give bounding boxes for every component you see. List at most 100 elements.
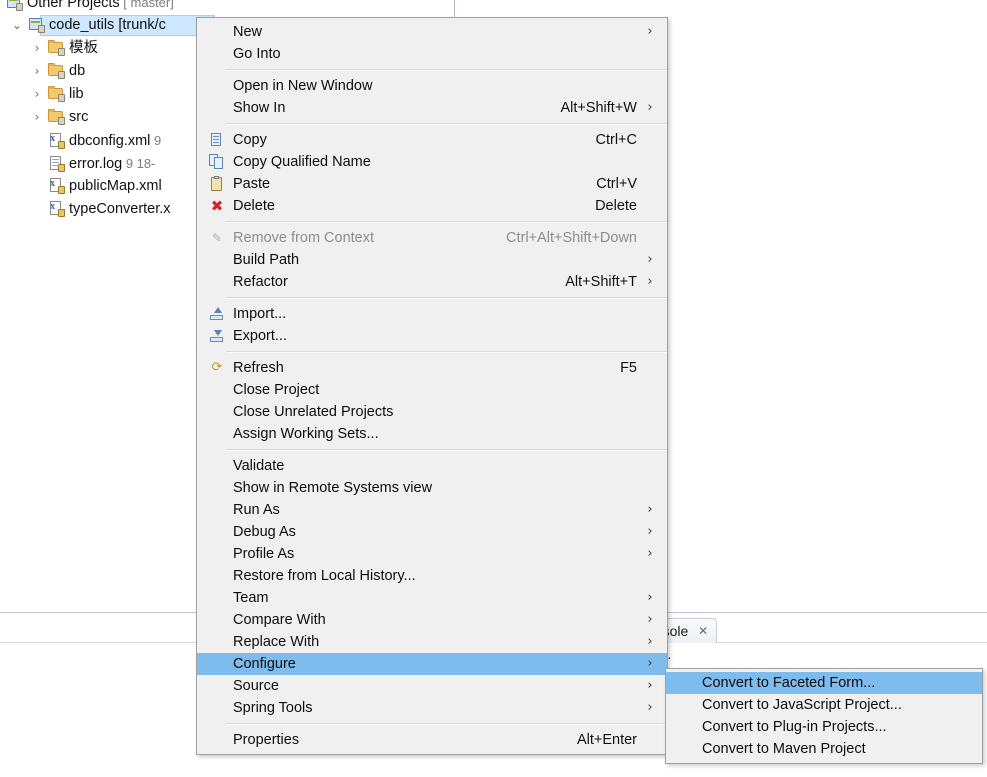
menu-item-properties[interactable]: Properties Alt+Enter › <box>197 729 667 751</box>
menu-icon-gutter <box>666 716 702 738</box>
chevron-right-icon[interactable]: › <box>30 60 44 83</box>
menu-item-import[interactable]: Import... › <box>197 303 667 325</box>
menu-item-refactor[interactable]: Refactor Alt+Shift+T › <box>197 271 667 293</box>
tree-item-other-projects[interactable]: Other Projects [ master] <box>0 0 454 14</box>
menu-item-go-into[interactable]: Go Into › <box>197 43 667 65</box>
submenu-chevron-icon: › <box>647 656 653 671</box>
chevron-right-icon[interactable]: › <box>30 106 44 129</box>
menu-item-replace-with[interactable]: Replace With › <box>197 631 667 653</box>
menu-icon-gutter <box>197 587 233 609</box>
menu-item-shortcut: Delete <box>595 198 637 214</box>
menu-item-open-in-new-window[interactable]: Open in New Window › <box>197 75 667 97</box>
menu-icon-gutter <box>197 303 233 325</box>
folder-icon <box>48 108 65 125</box>
xml-file-icon <box>48 177 65 194</box>
submenu-chevron-placeholder: › <box>643 173 657 195</box>
menu-item-copy-qualified-name[interactable]: Copy Qualified Name › <box>197 151 667 173</box>
submenu-chevron-placeholder: › <box>643 303 657 325</box>
menu-item-team[interactable]: Team › <box>197 587 667 609</box>
submenu-chevron-placeholder: › <box>643 227 657 249</box>
submenu-chevron-placeholder: › <box>643 75 657 97</box>
menu-item-restore-from-local-history[interactable]: Restore from Local History... › <box>197 565 667 587</box>
menu-item-label: Run As <box>233 502 280 518</box>
configure-submenu[interactable]: Convert to Faceted Form...›Convert to Ja… <box>665 668 983 764</box>
tree-item-content: src <box>48 109 88 125</box>
icon-decorator <box>16 3 23 11</box>
menu-item-label: Delete <box>233 198 275 214</box>
submenu-chevron-icon: › <box>647 678 653 693</box>
menu-icon-gutter <box>666 672 702 694</box>
menu-item-paste[interactable]: Paste Ctrl+V › <box>197 173 667 195</box>
menu-icon-gutter <box>197 729 233 751</box>
submenu-item-convert-to-faceted-form[interactable]: Convert to Faceted Form... › <box>666 672 982 694</box>
menu-item-configure[interactable]: Configure › <box>197 653 667 675</box>
icon-decorator <box>58 71 65 79</box>
tree-item-meta: [ master] <box>119 0 174 10</box>
menu-item-build-path[interactable]: Build Path › <box>197 249 667 271</box>
tree-item-meta: 9 <box>150 133 162 148</box>
submenu-chevron-placeholder: › <box>643 151 657 173</box>
menu-item-close-unrelated-projects[interactable]: Close Unrelated Projects › <box>197 401 667 423</box>
menu-item-profile-as[interactable]: Profile As › <box>197 543 667 565</box>
menu-item-label: Refactor <box>233 274 288 290</box>
menu-item-label: Close Project <box>233 382 320 398</box>
menu-item-label: Convert to Maven Project <box>702 741 866 757</box>
menu-item-close-project[interactable]: Close Project › <box>197 379 667 401</box>
menu-item-source[interactable]: Source › <box>197 675 667 697</box>
menu-item-new[interactable]: New › <box>197 21 667 43</box>
menu-item-show-in[interactable]: Show In Alt+Shift+W › <box>197 97 667 119</box>
tree-item-label: typeConverter.x <box>69 201 171 217</box>
menu-item-shortcut: Ctrl+C <box>595 132 638 148</box>
menu-icon-gutter <box>197 697 233 719</box>
chevron-down-icon[interactable]: ⌄ <box>10 14 24 37</box>
menu-item-label: Import... <box>233 306 287 322</box>
menu-item-shortcut: Alt+Shift+T <box>565 274 637 290</box>
menu-item-label: Assign Working Sets... <box>233 426 379 442</box>
menu-item-label: Convert to Plug-in Projects... <box>702 719 887 735</box>
menu-item-label: New <box>233 24 263 40</box>
submenu-item-convert-to-maven-project[interactable]: Convert to Maven Project › <box>666 738 982 760</box>
tree-item-label: Other Projects <box>27 0 120 11</box>
menu-item-compare-with[interactable]: Compare With › <box>197 609 667 631</box>
menu-item-export[interactable]: Export... › <box>197 325 667 347</box>
menu-item-validate[interactable]: Validate › <box>197 455 667 477</box>
menu-icon-gutter <box>197 401 233 423</box>
submenu-chevron-icon: › <box>647 24 653 39</box>
submenu-chevron-icon: › <box>647 252 653 267</box>
submenu-chevron-icon: › <box>647 634 653 649</box>
menu-separator <box>197 297 667 299</box>
menu-item-label: Refresh <box>233 360 284 376</box>
submenu-item-convert-to-plug-in-projects[interactable]: Convert to Plug-in Projects... › <box>666 716 982 738</box>
menu-item-label: Restore from Local History... <box>233 568 416 584</box>
menu-item-copy[interactable]: Copy Ctrl+C › <box>197 129 667 151</box>
menu-item-label: Remove from Context <box>233 230 375 246</box>
menu-item-spring-tools[interactable]: Spring Tools › <box>197 697 667 719</box>
close-icon[interactable]: ✕ <box>698 619 708 643</box>
tree-item-content: Other Projects [ master] <box>6 0 174 11</box>
icon-decorator <box>58 141 65 149</box>
menu-item-shortcut: Alt+Shift+W <box>560 100 637 116</box>
menu-item-label: Open in New Window <box>233 78 373 94</box>
menu-icon-gutter: ✖ <box>197 195 233 217</box>
chevron-right-icon[interactable]: › <box>30 83 44 106</box>
menu-icon-gutter <box>197 21 233 43</box>
submenu-chevron-placeholder: › <box>958 738 972 760</box>
menu-item-label: Convert to Faceted Form... <box>702 675 876 691</box>
icon-decorator <box>58 48 65 56</box>
paste-icon <box>209 176 225 192</box>
menu-icon-gutter: ⟳ <box>197 357 233 379</box>
context-menu[interactable]: New › Go Into › Open in New Window › Show In Al… <box>196 17 668 755</box>
chevron-right-icon[interactable]: › <box>30 37 44 60</box>
menu-item-label: Copy <box>233 132 267 148</box>
eclipse-workbench: Other Projects [ master] ⌄ code_utils [tru… <box>0 0 987 777</box>
menu-item-show-in-remote-systems-view[interactable]: Show in Remote Systems view › <box>197 477 667 499</box>
menu-item-refresh[interactable]: ⟳ Refresh F5 › <box>197 357 667 379</box>
tree-item-content: dbconfig.xml 9 <box>48 132 162 149</box>
menu-icon-gutter <box>197 653 233 675</box>
menu-item-debug-as[interactable]: Debug As › <box>197 521 667 543</box>
menu-item-run-as[interactable]: Run As › <box>197 499 667 521</box>
submenu-item-convert-to-javascript-project[interactable]: Convert to JavaScript Project... › <box>666 694 982 716</box>
menu-item-delete[interactable]: ✖ Delete Delete › <box>197 195 667 217</box>
submenu-chevron-placeholder: › <box>958 694 972 716</box>
menu-item-assign-working-sets[interactable]: Assign Working Sets... › <box>197 423 667 445</box>
